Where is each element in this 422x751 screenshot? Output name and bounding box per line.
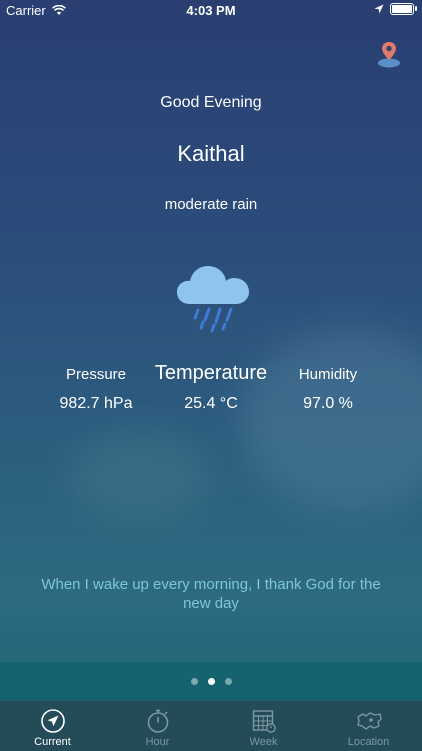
pressure-label: Pressure: [65, 366, 127, 383]
temperature-stat: Temperature 25.4 °C: [148, 362, 274, 413]
weather-condition: moderate rain: [164, 196, 258, 213]
location-pin-icon[interactable]: [376, 40, 402, 68]
tab-location-label: Location: [347, 736, 390, 748]
greeting-text: Good Evening: [160, 94, 262, 111]
daily-quote: When I wake up every morning, I thank Go…: [41, 576, 381, 612]
battery-icon: [390, 3, 417, 15]
page-dot-active[interactable]: [207, 678, 215, 685]
page-dot[interactable]: [224, 678, 232, 685]
background-blur: [70, 430, 210, 520]
pressure-stat: Pressure 982.7 hPa: [46, 366, 146, 413]
map-icon: [356, 712, 382, 730]
tab-hour-label: Hour: [145, 736, 170, 748]
tab-week[interactable]: Week: [211, 701, 316, 751]
humidity-label: Humidity: [298, 366, 358, 383]
status-time: 4:03 PM: [186, 3, 236, 18]
tab-bar: Current Hour Week Location: [0, 700, 422, 751]
stopwatch-icon: [147, 709, 168, 733]
temperature-value: 25.4 °C: [184, 395, 238, 412]
tab-current[interactable]: Current: [0, 701, 105, 751]
battery-level: [392, 5, 412, 13]
city-name: Kaithal: [177, 141, 245, 166]
navigation-arrow-icon: [40, 709, 65, 733]
pressure-value: 982.7 hPa: [59, 395, 133, 412]
status-bar: Carrier 4:03 PM: [0, 0, 422, 22]
tab-week-label: Week: [249, 736, 278, 748]
rain-cloud-icon: [177, 266, 249, 333]
location-arrow-icon: [374, 4, 384, 14]
weather-stats: Pressure 982.7 hPa Temperature 25.4 °C H…: [0, 362, 422, 426]
tab-current-label: Current: [34, 736, 71, 748]
page-dot[interactable]: [190, 678, 198, 685]
pager-band: [0, 662, 422, 700]
humidity-stat: Humidity 97.0 %: [278, 366, 378, 413]
humidity-value: 97.0 %: [303, 395, 353, 412]
tab-location[interactable]: Location: [316, 701, 421, 751]
temperature-label: Temperature: [154, 362, 268, 384]
calendar-grid-icon: [252, 710, 276, 733]
status-right: [374, 3, 417, 15]
tab-hour[interactable]: Hour: [105, 701, 210, 751]
page-indicator[interactable]: [0, 678, 422, 685]
